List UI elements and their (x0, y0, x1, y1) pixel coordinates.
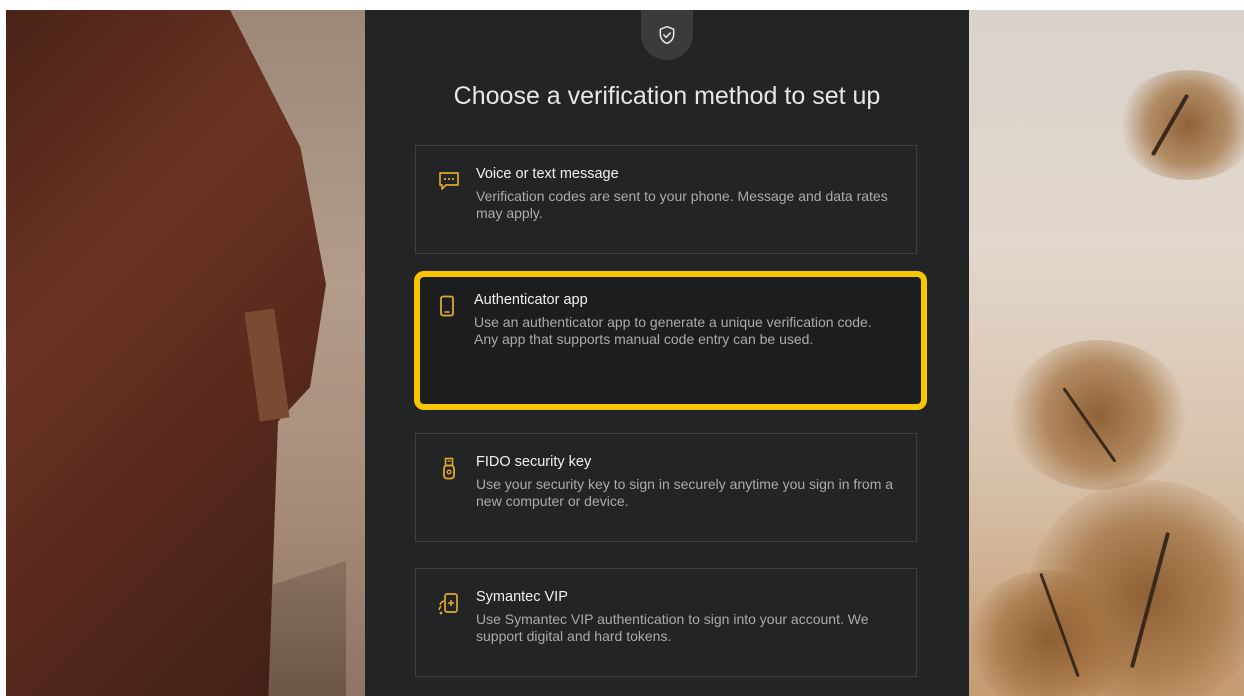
option-title: Voice or text message (476, 166, 619, 182)
option-authenticator-app[interactable]: Authenticator app Use an authenticator a… (414, 271, 927, 410)
option-description: Verification codes are sent to your phon… (476, 188, 888, 221)
shield-badge (641, 10, 693, 60)
phone-icon (436, 295, 458, 317)
page-title: Choose a verification method to set up (453, 82, 881, 110)
message-icon (438, 170, 460, 192)
background-image-right (968, 10, 1244, 696)
option-description: Use your security key to sign in securel… (476, 476, 894, 509)
page-frame: Choose a verification method to set up V… (6, 10, 1244, 696)
option-title: FIDO security key (476, 454, 592, 470)
verification-panel: Choose a verification method to set up V… (365, 10, 969, 696)
option-description: Use Symantec VIP authentication to sign … (476, 611, 869, 644)
shield-check-icon (659, 25, 675, 45)
usb-key-icon (438, 457, 460, 480)
option-voice-or-text[interactable]: Voice or text message Verification codes… (415, 145, 917, 254)
option-title: Authenticator app (474, 292, 588, 308)
option-symantec-vip[interactable]: Symantec VIP Use Symantec VIP authentica… (415, 568, 917, 677)
option-title: Symantec VIP (476, 589, 568, 605)
tap-device-icon (438, 593, 460, 615)
option-fido-security-key[interactable]: FIDO security key Use your security key … (415, 433, 917, 542)
background-image-left (6, 10, 366, 696)
option-description: Use an authenticator app to generate a u… (474, 314, 872, 347)
